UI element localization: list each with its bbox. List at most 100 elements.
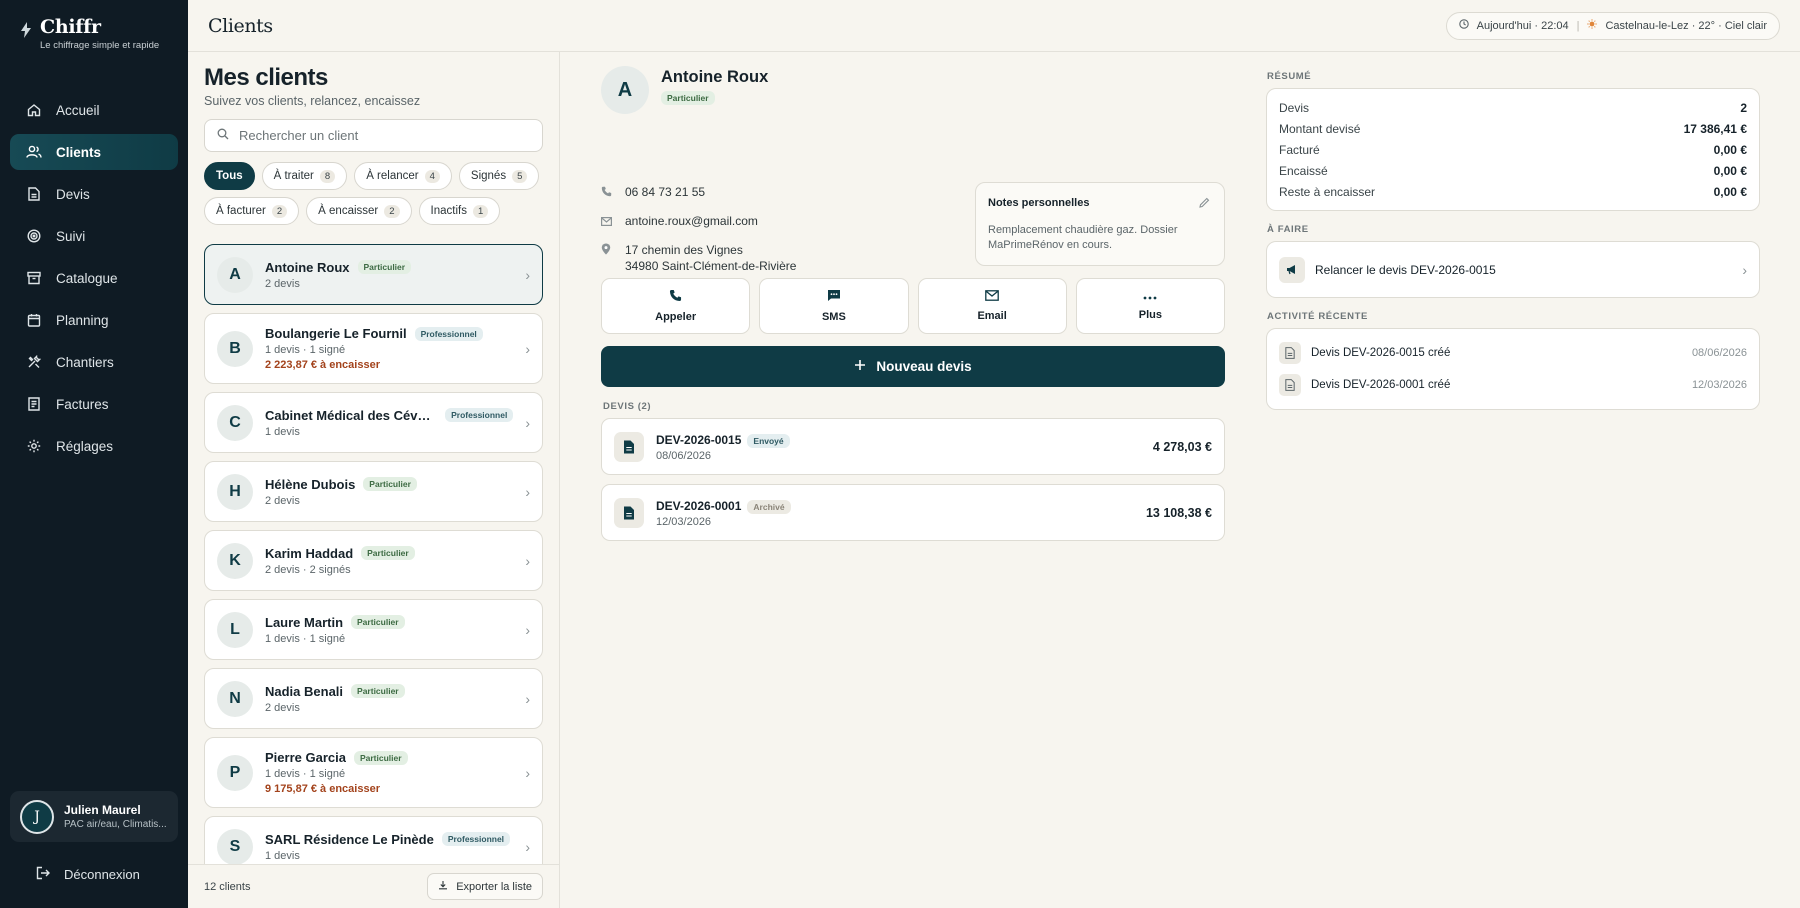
chip-count: 5 [512,169,528,183]
chip-label: Signés [470,170,507,182]
activity-item[interactable]: Devis DEV-2026-0001 créé 12/03/2026 [1279,369,1747,401]
more-button[interactable]: Plus [1075,278,1225,334]
nav-item-clients[interactable]: Clients [10,134,178,170]
chip-label: Tous [216,170,243,182]
summary-key: Devis [1279,100,1310,115]
quote-date: 12/03/2026 [656,515,712,528]
filter-chip-a-relancer[interactable]: À relancer 4 [354,162,452,190]
filter-chip-a-facturer[interactable]: À facturer 2 [204,197,300,225]
contact-info: 06 84 73 21 55 antoine.roux@gmail.com 17… [601,184,961,286]
email-button[interactable]: Email [917,278,1067,334]
activity-card: Devis DEV-2026-0015 créé 08/06/2026 Devi… [1266,328,1760,410]
client-type-badge: Particulier [363,477,417,491]
weather-info: Castelnau-le-Lez · 22° · Ciel clair [1605,19,1767,32]
client-type-badge: Particulier [661,91,715,105]
client-email: antoine.roux@gmail.com [625,214,758,228]
search-box[interactable] [204,119,543,152]
client-meta: 1 devis · 1 signé [265,632,346,645]
client-card[interactable]: S SARL Résidence Le Pinède Professionnel … [204,816,543,864]
sidebar: Chiffr Le chiffrage simple et rapide Acc… [0,0,188,908]
quote-status-badge: Archivé [747,499,791,514]
summary-row: Encaissé 0,00 € [1279,160,1747,181]
client-phone: 06 84 73 21 55 [625,185,706,199]
mail-icon [601,214,613,230]
phone-row[interactable]: 06 84 73 21 55 [601,184,961,201]
email-row[interactable]: antoine.roux@gmail.com [601,213,961,230]
filter-chip-a-encaisser[interactable]: À encaisser 2 [306,197,412,225]
user-card[interactable]: J Julien Maurel PAC air/eau, Climatis... [10,791,178,842]
call-button[interactable]: Appeler [601,278,751,334]
client-name: Boulangerie Le Fournil [265,326,407,341]
avatar: S [217,828,253,864]
logout-label: Déconnexion [64,867,140,882]
client-meta: 2 devis [265,494,300,507]
summary-row: Facturé 0,00 € [1279,139,1747,160]
nav-item-catalogue[interactable]: Catalogue [10,260,178,296]
filter-chip-signes[interactable]: Signés 5 [458,162,540,190]
address-row[interactable]: 17 chemin des Vignes 34980 Saint-Clément… [601,242,961,274]
activity-date: 08/06/2026 [1691,347,1747,359]
todo-item[interactable]: Relancer le devis DEV-2026-0015 › [1266,241,1760,298]
client-amount-due: 2 223,87 € à encaisser [265,359,380,371]
action-label: Appeler [655,311,697,323]
client-card[interactable]: H Hélène Dubois Particulier 2 devis › [204,461,543,522]
summary-value: 0,00 € [1713,184,1747,199]
client-card[interactable]: P Pierre Garcia Particulier 1 devis · 1 s… [204,737,543,808]
filter-chip-tous[interactable]: Tous [204,162,255,190]
client-card[interactable]: B Boulangerie Le Fournil Professionnel 1 … [204,313,543,384]
search-input[interactable] [239,128,530,143]
avatar: A [601,66,649,114]
new-quote-button[interactable]: Nouveau devis [601,346,1225,387]
nav-item-planning[interactable]: Planning [10,302,178,338]
nav-item-factures[interactable]: Factures [10,386,178,422]
activity-text: Devis DEV-2026-0001 créé [1311,379,1451,391]
filter-chip-a-traiter[interactable]: À traiter 8 [261,162,348,190]
client-detail-name: Antoine Roux [661,68,769,86]
sms-button[interactable]: SMS [759,278,909,334]
export-list-button[interactable]: Exporter la liste [427,873,543,900]
logout-button[interactable]: Déconnexion [36,866,140,883]
mail-icon [985,290,999,304]
activity-item[interactable]: Devis DEV-2026-0015 créé 08/06/2026 [1279,337,1747,369]
client-meta: 1 devis [265,849,300,862]
chevron-right-icon: › [1742,261,1747,278]
nav-item-devis[interactable]: Devis [10,176,178,212]
avatar: P [217,754,253,791]
client-meta: 2 devis [265,277,300,290]
client-card[interactable]: N Nadia Benali Particulier 2 devis › [204,668,543,729]
client-card[interactable]: A Antoine Roux Particulier 2 devis › [204,244,543,305]
brand-name: Chiffr [40,16,101,38]
personal-notes-card[interactable]: Notes personnelles Remplacement chaudièr… [975,182,1225,266]
nav-item-chantiers[interactable]: Chantiers [10,344,178,380]
action-label: Plus [1138,309,1162,321]
quote-row[interactable]: DEV-2026-0015 Envoyé 08/06/2026 4 278,03 … [601,418,1225,475]
nav-item-accueil[interactable]: Accueil [10,92,178,128]
summary-key: Encaissé [1279,163,1328,178]
list-title: Mes clients [204,64,328,91]
client-name: Karim Haddad [265,545,354,561]
avatar: A [217,256,253,293]
client-card[interactable]: C Cabinet Médical des Céven... Profession… [204,392,543,453]
avatar: K [217,542,253,579]
new-quote-label: Nouveau devis [876,359,972,374]
brand[interactable]: Chiffr Le chiffrage simple et rapide [0,0,188,92]
tools-icon [26,354,42,370]
target-icon [26,228,42,244]
client-card[interactable]: K Karim Haddad Particulier 2 devis · 2 si… [204,530,543,591]
client-card[interactable]: L Laure Martin Particulier 1 devis · 1 si… [204,599,543,660]
pencil-icon[interactable] [1199,197,1210,211]
client-type-badge: Particulier [353,750,408,765]
search-icon [217,128,229,143]
nav-item-suivi[interactable]: Suivi [10,218,178,254]
summary-value: 2 [1740,100,1747,115]
filter-chip-inactifs[interactable]: Inactifs 1 [418,197,501,225]
chip-count: 2 [271,204,288,218]
nav-item-reglages[interactable]: Réglages [10,428,178,464]
file-icon [1279,342,1301,364]
user-name: Julien Maurel [64,803,141,817]
client-name: Pierre Garcia [265,750,346,765]
filter-chips: Tous À traiter 8 À relancer 4 Signés 5 À fa… [204,162,544,225]
export-label: Exporter la liste [456,880,532,893]
separator: | [1576,19,1580,32]
quote-row[interactable]: DEV-2026-0001 Archivé 12/03/2026 13 108,3… [601,484,1225,541]
